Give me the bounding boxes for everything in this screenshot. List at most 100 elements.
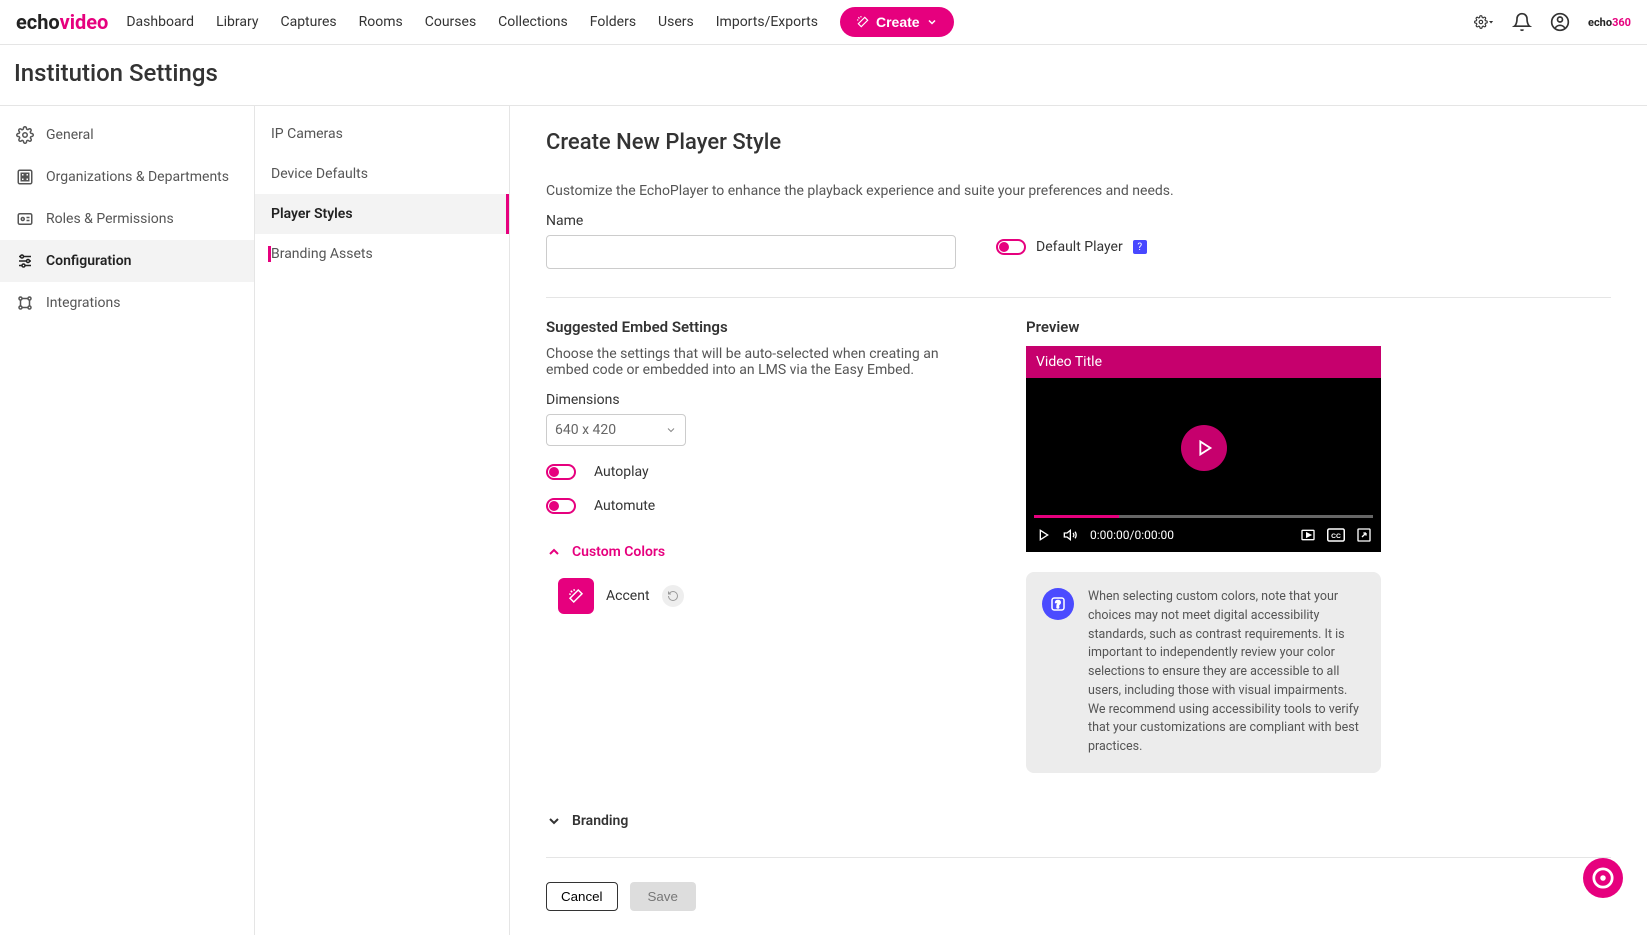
fullscreen-icon[interactable]	[1355, 526, 1373, 544]
content-panel: Create New Player Style Customize the Ec…	[510, 106, 1647, 935]
play-icon	[1193, 437, 1215, 459]
nav-users[interactable]: Users	[658, 14, 694, 30]
nav-rooms[interactable]: Rooms	[359, 14, 403, 30]
sliders-icon	[16, 252, 34, 270]
preview-body	[1026, 378, 1381, 518]
right-column: Preview Video Title 0:00:00/0:00:00	[1026, 318, 1386, 773]
sidebar-item-general[interactable]: General	[0, 114, 254, 156]
cc-icon[interactable]: CC	[1327, 526, 1345, 544]
brand360-logo[interactable]: echo360	[1588, 16, 1631, 29]
pip-icon[interactable]	[1299, 526, 1317, 544]
undo-icon	[667, 590, 679, 602]
nav-imports-exports[interactable]: Imports/Exports	[716, 14, 818, 30]
automute-row: Automute	[546, 498, 966, 514]
bell-icon[interactable]	[1512, 12, 1532, 32]
org-icon	[16, 168, 34, 186]
reset-accent-button[interactable]	[662, 585, 684, 607]
chevron-down-icon	[546, 813, 562, 829]
volume-icon[interactable]	[1062, 526, 1080, 544]
info-text: When selecting custom colors, note that …	[1088, 588, 1365, 757]
sidebar-item-orgs[interactable]: Organizations & Departments	[0, 156, 254, 198]
name-input[interactable]	[546, 235, 956, 269]
accent-label: Accent	[606, 588, 650, 604]
preview-time: 0:00:00/0:00:00	[1090, 528, 1174, 542]
preview-controls: 0:00:00/0:00:00 CC	[1026, 518, 1381, 552]
autoplay-row: Autoplay	[546, 464, 966, 480]
main-layout: General Organizations & Departments Role…	[0, 106, 1647, 935]
cancel-button[interactable]: Cancel	[546, 882, 618, 911]
sidebar-item-label: Configuration	[46, 253, 131, 269]
nav-library[interactable]: Library	[216, 14, 258, 30]
preview-progress[interactable]	[1034, 515, 1373, 518]
sidebar2-item-playerstyles[interactable]: Player Styles	[255, 194, 509, 234]
chevron-down-icon	[665, 424, 677, 436]
dimensions-label: Dimensions	[546, 392, 966, 408]
nav-dashboard[interactable]: Dashboard	[126, 14, 194, 30]
svg-text:?: ?	[1055, 598, 1060, 611]
badge-icon	[16, 210, 34, 228]
chevron-down-icon	[926, 16, 938, 28]
wand-icon	[567, 587, 585, 605]
default-player-toggle[interactable]	[996, 239, 1026, 255]
dimensions-select[interactable]: 640 x 420	[546, 414, 686, 446]
autoplay-label: Autoplay	[594, 464, 649, 480]
nav-folders[interactable]: Folders	[590, 14, 636, 30]
logo[interactable]: echovideo	[16, 10, 108, 34]
play-small-icon[interactable]	[1034, 526, 1052, 544]
sidebar2-item-brandingassets[interactable]: Branding Assets	[255, 234, 509, 274]
name-label: Name	[546, 213, 956, 229]
embed-desc: Choose the settings that will be auto-se…	[546, 346, 946, 378]
topbar: echovideo Dashboard Library Captures Roo…	[0, 0, 1647, 45]
sidebar-item-roles[interactable]: Roles & Permissions	[0, 198, 254, 240]
chevron-up-icon	[546, 544, 562, 560]
accent-color-swatch[interactable]	[558, 578, 594, 614]
sidebar-item-label: Roles & Permissions	[46, 211, 174, 227]
svg-text:CC: CC	[1331, 533, 1341, 540]
preview-box: Video Title 0:00:00/0:00:00 CC	[1026, 346, 1381, 552]
divider	[546, 297, 1611, 298]
two-column: Suggested Embed Settings Choose the sett…	[546, 318, 1611, 773]
sidebar-primary: General Organizations & Departments Role…	[0, 106, 255, 935]
page-title-row: Institution Settings	[0, 45, 1647, 106]
page-title: Institution Settings	[14, 59, 1633, 87]
default-player-row: Default Player ?	[996, 239, 1147, 255]
automute-toggle[interactable]	[546, 498, 576, 514]
nav-collections[interactable]: Collections	[498, 14, 568, 30]
nav-courses[interactable]: Courses	[425, 14, 476, 30]
button-row: Cancel Save	[546, 882, 1611, 911]
sidebar2-item-devicedefaults[interactable]: Device Defaults	[255, 154, 509, 194]
settings-dropdown-icon[interactable]	[1474, 12, 1494, 32]
form-title: Create New Player Style	[546, 130, 1611, 155]
sidebar-item-label: Organizations & Departments	[46, 169, 229, 185]
default-player-label: Default Player	[1036, 239, 1123, 255]
user-icon[interactable]	[1550, 12, 1570, 32]
automute-label: Automute	[594, 498, 655, 514]
left-column: Suggested Embed Settings Choose the sett…	[546, 318, 966, 614]
name-row: Name Default Player ?	[546, 213, 1611, 269]
help-fab[interactable]	[1583, 858, 1623, 898]
sidebar-item-integrations[interactable]: Integrations	[0, 282, 254, 324]
sidebar-item-label: Integrations	[46, 295, 120, 311]
nav-captures[interactable]: Captures	[280, 14, 336, 30]
sidebar2-item-ipcameras[interactable]: IP Cameras	[255, 114, 509, 154]
create-button[interactable]: Create	[840, 7, 954, 37]
branding-toggle[interactable]: Branding	[546, 813, 1611, 829]
preview-play-button[interactable]	[1181, 425, 1227, 471]
info-icon: ?	[1042, 588, 1074, 620]
divider	[546, 857, 1611, 858]
wand-icon	[856, 15, 870, 29]
nodes-icon	[16, 294, 34, 312]
help-icon[interactable]: ?	[1133, 240, 1147, 254]
preview-video-title: Video Title	[1026, 346, 1381, 378]
preview-heading: Preview	[1026, 318, 1386, 336]
sidebar-item-label: General	[46, 127, 94, 143]
save-button[interactable]: Save	[630, 882, 696, 911]
nav-links: Dashboard Library Captures Rooms Courses…	[126, 14, 818, 30]
accent-row: Accent	[558, 578, 966, 614]
embed-heading: Suggested Embed Settings	[546, 318, 966, 336]
sidebar-item-configuration[interactable]: Configuration	[0, 240, 254, 282]
info-box: ? When selecting custom colors, note tha…	[1026, 572, 1381, 773]
topbar-actions: echo360	[1474, 12, 1631, 32]
custom-colors-toggle[interactable]: Custom Colors	[546, 544, 966, 560]
autoplay-toggle[interactable]	[546, 464, 576, 480]
